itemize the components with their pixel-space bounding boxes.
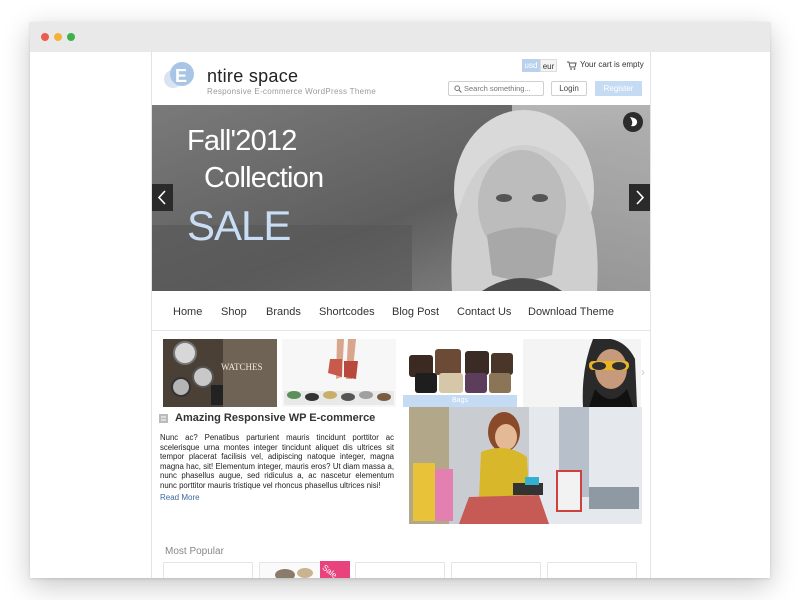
shoes-image xyxy=(282,339,396,407)
popular-product-card[interactable] xyxy=(547,562,637,578)
shopping-girl-image xyxy=(409,407,642,524)
cart-icon[interactable] xyxy=(567,61,577,70)
e-logo-icon[interactable]: E xyxy=(161,61,197,91)
article-body: Nunc ac? Penatibus parturient mauris tin… xyxy=(160,433,394,490)
nav-item-contact-us[interactable]: Contact Us xyxy=(457,306,511,318)
strip-next-arrow[interactable]: › xyxy=(641,365,645,379)
maximize-window-button[interactable] xyxy=(67,33,75,41)
search-box[interactable] xyxy=(448,81,544,96)
popular-product-card[interactable] xyxy=(451,562,541,578)
currency-usd[interactable]: usd xyxy=(522,59,540,72)
nav-item-blog-post[interactable]: Blog Post xyxy=(392,306,439,318)
browser-window: E ntire space Responsive E-commerce Word… xyxy=(30,22,770,578)
sunglasses-image xyxy=(523,339,641,407)
nav-item-home[interactable]: Home xyxy=(173,306,202,318)
sale-tag: Sale xyxy=(320,561,350,578)
currency-eur[interactable]: eur xyxy=(540,59,557,72)
site-tagline: Responsive E-commerce WordPress Theme xyxy=(207,87,377,96)
article-title[interactable]: Amazing Responsive WP E-commerce xyxy=(175,412,375,424)
site-title[interactable]: ntire space xyxy=(207,66,298,87)
register-button[interactable]: Register xyxy=(595,81,642,96)
sale-tag-text: Sale xyxy=(320,563,339,578)
watches-label: WATCHES xyxy=(221,362,263,372)
product-thumb-shoes[interactable] xyxy=(282,339,396,407)
search-icon xyxy=(454,85,462,93)
slider-next-arrow[interactable] xyxy=(629,184,650,211)
bags-caption: Bags xyxy=(403,395,517,407)
close-window-button[interactable] xyxy=(41,33,49,41)
hero-sale-text: SALE xyxy=(187,202,291,249)
most-popular-heading: Most Popular xyxy=(165,546,224,557)
slider-prev-arrow[interactable] xyxy=(152,184,173,211)
feature-image[interactable] xyxy=(409,407,642,524)
hero-heading-line2: Collection xyxy=(204,162,324,194)
hero-slider[interactable]: Fall'2012 Collection SALE xyxy=(152,105,650,291)
nav-item-download-theme[interactable]: Download Theme xyxy=(528,306,614,318)
hero-heading-line1: Fall'2012 xyxy=(187,125,297,157)
read-more-link[interactable]: Read More xyxy=(160,493,200,502)
search-input[interactable] xyxy=(464,83,542,94)
product-thumb-watches[interactable]: WATCHES xyxy=(163,339,277,407)
popular-product-card[interactable] xyxy=(163,562,253,578)
slider-play-icon[interactable] xyxy=(622,111,644,133)
svg-text:E: E xyxy=(175,66,187,86)
article-list-icon xyxy=(159,414,168,423)
nav-item-brands[interactable]: Brands xyxy=(266,306,301,318)
watches-image: WATCHES xyxy=(163,339,277,407)
nav-item-shop[interactable]: Shop xyxy=(221,306,247,318)
webpage: E ntire space Responsive E-commerce Word… xyxy=(151,52,651,578)
login-button[interactable]: Login xyxy=(551,81,587,96)
browser-titlebar xyxy=(30,22,770,52)
product-thumb-bags[interactable]: Bags xyxy=(403,339,517,407)
minimize-window-button[interactable] xyxy=(54,33,62,41)
nav-item-shortcodes[interactable]: Shortcodes xyxy=(319,306,375,318)
main-nav: Home Shop Brands Shortcodes Blog Post Co… xyxy=(152,291,650,331)
cart-status[interactable]: Your cart is empty xyxy=(580,60,644,69)
product-thumb-sunglasses[interactable] xyxy=(523,339,641,407)
popular-product-card[interactable] xyxy=(355,562,445,578)
